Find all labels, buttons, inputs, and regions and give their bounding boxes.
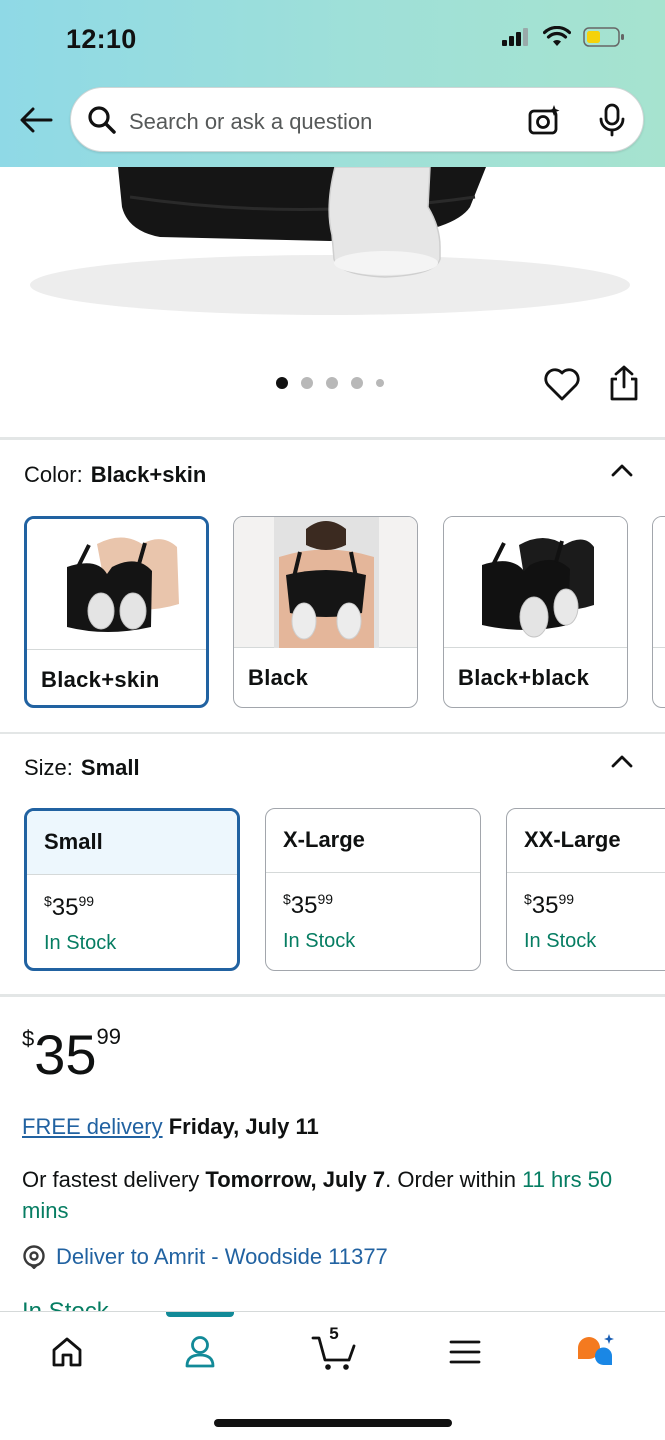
color-option-black-black[interactable]: Black+black (443, 516, 628, 708)
microphone-icon[interactable] (597, 103, 627, 137)
menu-icon (449, 1340, 481, 1364)
size-label-text: Size: (24, 755, 73, 780)
color-option-label: Black+skin (41, 667, 160, 692)
size-option-price: $3599 (283, 891, 333, 920)
battery-icon (583, 27, 624, 47)
size-option-price: $3599 (524, 891, 574, 920)
color-option-label: Black+black (458, 665, 590, 690)
fastest-delivery-line: Or fastest delivery Tomorrow, July 7. Or… (22, 1164, 642, 1226)
model-image (274, 517, 379, 648)
color-option-black-skin[interactable]: Black+skin (24, 516, 209, 708)
price-whole: 35 (51, 894, 79, 921)
size-label: Size: Small (24, 755, 140, 781)
back-button[interactable] (16, 100, 56, 140)
price-whole: 35 (290, 892, 318, 919)
section-divider (0, 732, 665, 734)
price-symbol: $ (524, 891, 532, 907)
bra-image (67, 537, 179, 632)
price-fraction: 99 (317, 891, 334, 907)
status-time: 12:10 (66, 24, 137, 54)
carousel-dot[interactable] (376, 379, 384, 387)
fastest-delivery-date: Tomorrow, July 7 (205, 1167, 386, 1192)
fastest-delivery-prefix: Or fastest delivery (22, 1167, 200, 1192)
section-divider (0, 437, 665, 440)
color-label: Color: Black+skin (24, 462, 206, 488)
search-input[interactable]: Search or ask a question (129, 109, 372, 135)
selected-size: Small (80, 755, 140, 780)
ai-assistant-icon (578, 1334, 614, 1365)
price-whole: 35 (531, 892, 559, 919)
price-fraction: 99 (558, 891, 575, 907)
nav-rufus[interactable] (574, 1330, 618, 1374)
size-option-label: Small (27, 811, 237, 875)
share-icon[interactable] (606, 364, 642, 402)
bottom-nav: 5 (0, 1311, 665, 1440)
nav-home[interactable] (45, 1330, 89, 1374)
deliver-to-link[interactable]: Deliver to Amrit - Woodside 11377 (22, 1244, 388, 1270)
chevron-up-icon[interactable] (611, 751, 633, 773)
image-carousel-dots[interactable] (276, 377, 384, 389)
size-option-small[interactable]: Small $3599 In Stock (24, 808, 240, 971)
product-image[interactable] (0, 167, 665, 327)
size-option-xx-large[interactable]: XX-Large $3599 In Stock (506, 808, 665, 971)
camera-search-icon[interactable] (527, 103, 561, 137)
active-tab-indicator (166, 1312, 234, 1317)
location-pin-icon (23, 1245, 45, 1269)
color-label-text: Color: (24, 462, 83, 487)
free-delivery-link[interactable]: FREE delivery (22, 1114, 163, 1139)
color-option-black[interactable]: Black (233, 516, 418, 708)
size-option-stock: In Stock (283, 930, 356, 952)
size-option-stock: In Stock (524, 930, 597, 952)
swatch-image (27, 519, 206, 650)
size-option-price: $3599 (44, 893, 94, 922)
search-icon (88, 106, 116, 134)
swatch-image (653, 517, 665, 648)
arrow-left-icon (20, 107, 53, 133)
color-option-more[interactable] (652, 516, 665, 708)
price-symbol: $ (22, 1026, 35, 1051)
color-option-label: Black (248, 665, 309, 690)
swatch-image (444, 517, 627, 648)
home-icon (52, 1337, 82, 1367)
free-delivery-line: FREE delivery Friday, July 11 (22, 1114, 319, 1140)
size-option-stock: In Stock (44, 932, 117, 954)
person-icon (185, 1336, 215, 1368)
size-option-label: X-Large (266, 809, 480, 873)
price-symbol: $ (44, 893, 52, 909)
order-within-text: . Order within (385, 1167, 516, 1192)
cart-count: 5 (329, 1324, 339, 1343)
nav-menu[interactable] (443, 1330, 487, 1374)
header: 12:10 Search or ask a question (0, 0, 665, 167)
price-fraction: 99 (78, 893, 95, 909)
price-symbol: $ (283, 891, 291, 907)
carousel-dot[interactable] (301, 377, 313, 389)
product-price: $3599 (22, 1026, 121, 1083)
carousel-dot[interactable] (276, 377, 288, 389)
cellular-signal-icon (502, 28, 528, 46)
free-delivery-date: Friday, July 11 (168, 1114, 319, 1139)
chevron-up-icon[interactable] (611, 460, 633, 482)
size-option-x-large[interactable]: X-Large $3599 In Stock (265, 808, 481, 971)
carousel-dot[interactable] (351, 377, 363, 389)
product-photo (30, 167, 630, 315)
selected-color: Black+skin (90, 462, 207, 487)
nav-account[interactable] (178, 1330, 222, 1374)
deliver-to-text: Deliver to Amrit - Woodside 11377 (56, 1244, 388, 1269)
wifi-icon (543, 26, 571, 46)
heart-icon[interactable] (543, 366, 581, 402)
carousel-dot[interactable] (326, 377, 338, 389)
nav-cart[interactable]: 5 (310, 1324, 358, 1374)
home-indicator[interactable] (214, 1419, 452, 1427)
price-fraction: 99 (96, 1024, 122, 1049)
section-divider (0, 994, 665, 997)
status-icons (501, 26, 625, 48)
bra-image (482, 538, 594, 638)
swatch-image (234, 517, 417, 648)
stock-status: In Stock (22, 1298, 109, 1312)
search-bar[interactable]: Search or ask a question (70, 87, 644, 152)
size-option-label: XX-Large (507, 809, 665, 873)
price-whole: 35 (34, 1023, 97, 1086)
